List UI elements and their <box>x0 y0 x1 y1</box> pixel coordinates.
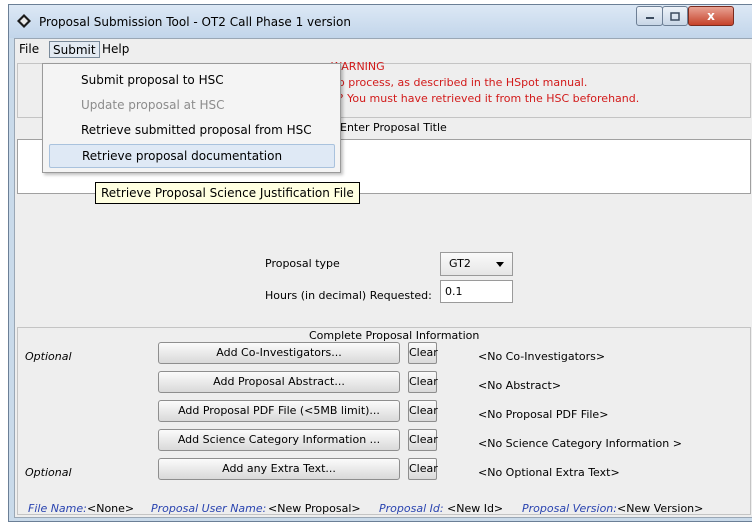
menu-item-submit-proposal[interactable]: Submit proposal to HSC <box>49 68 335 92</box>
menu-item-retrieve-documentation[interactable]: Retrieve proposal documentation <box>49 144 335 168</box>
proposal-id-label: Proposal Id: <box>379 502 444 515</box>
proposal-type-value: GT2 <box>449 257 471 270</box>
pdf-status: <No Proposal PDF File> <box>478 408 609 421</box>
proposal-title-label: Enter Proposal Title <box>340 121 447 134</box>
menu-file[interactable]: File <box>16 41 42 58</box>
warning-line-2: e? You must have retrieved it from the H… <box>331 92 640 105</box>
user-name-label: Proposal User Name: <box>151 502 267 515</box>
add-pdf-button[interactable]: Add Proposal PDF File (<5MB limit)... <box>158 400 400 422</box>
window-title: Proposal Submission Tool - OT2 Call Phas… <box>39 15 351 29</box>
science-category-status: <No Science Category Information > <box>478 437 682 450</box>
proposal-version-label: Proposal Version: <box>522 502 617 515</box>
status-bar: File Name: <None> Proposal User Name: <N… <box>15 499 752 519</box>
user-name-value: <New Proposal> <box>268 502 361 515</box>
menu-bar: File Submit Help <box>15 39 752 60</box>
clear-abstract-button[interactable]: Clear <box>408 371 438 393</box>
add-abstract-button[interactable]: Add Proposal Abstract... <box>158 371 400 393</box>
clear-extra-text-button[interactable]: Clear <box>408 458 438 480</box>
clear-science-category-button[interactable]: Clear <box>408 429 438 451</box>
app-diamond-icon <box>17 14 31 28</box>
file-name-label: File Name: <box>28 502 87 515</box>
proposal-id-value: <New Id> <box>447 502 504 515</box>
submit-menu-dropdown: Submit proposal to HSC Update proposal a… <box>42 63 341 173</box>
close-button[interactable]: x <box>688 6 734 26</box>
maximize-button[interactable] <box>662 6 688 26</box>
dropdown-arrow-icon <box>496 262 504 267</box>
abstract-status: <No Abstract> <box>478 379 562 392</box>
menu-item-update-proposal[interactable]: Update proposal at HSC <box>49 93 335 117</box>
extra-text-status: <No Optional Extra Text> <box>478 466 620 479</box>
menu-submit[interactable]: Submit <box>49 41 100 58</box>
minimize-icon <box>645 17 654 19</box>
close-icon: x <box>707 9 715 23</box>
title-bar[interactable]: Proposal Submission Tool - OT2 Call Phas… <box>9 5 752 38</box>
add-extra-text-button[interactable]: Add any Extra Text... <box>158 458 400 480</box>
co-investigators-status: <No Co-Investigators> <box>478 350 606 363</box>
tooltip: Retrieve Proposal Science Justification … <box>95 182 360 204</box>
file-name-value: <None> <box>87 502 135 515</box>
maximize-icon <box>670 11 680 21</box>
clear-co-investigators-button[interactable]: Clear <box>408 342 438 364</box>
proposal-version-value: <New Version> <box>617 502 704 515</box>
optional-label: Optional <box>25 466 72 479</box>
hours-label: Hours (in decimal) Requested: <box>265 289 432 302</box>
minimize-button[interactable] <box>636 6 663 26</box>
add-science-category-button[interactable]: Add Science Category Information ... <box>158 429 400 451</box>
warning-line-1: ep process, as described in the HSpot ma… <box>331 76 588 89</box>
add-co-investigators-button[interactable]: Add Co-Investigators... <box>158 342 400 364</box>
optional-label: Optional <box>25 350 72 363</box>
hours-input[interactable]: 0.1 <box>440 280 513 303</box>
proposal-info-header: Complete Proposal Information <box>309 329 480 342</box>
menu-help[interactable]: Help <box>99 41 132 58</box>
proposal-type-label: Proposal type <box>265 257 340 270</box>
clear-pdf-button[interactable]: Clear <box>408 400 438 422</box>
menu-item-retrieve-submitted[interactable]: Retrieve submitted proposal from HSC <box>49 118 335 142</box>
proposal-type-select[interactable]: GT2 <box>440 252 513 276</box>
